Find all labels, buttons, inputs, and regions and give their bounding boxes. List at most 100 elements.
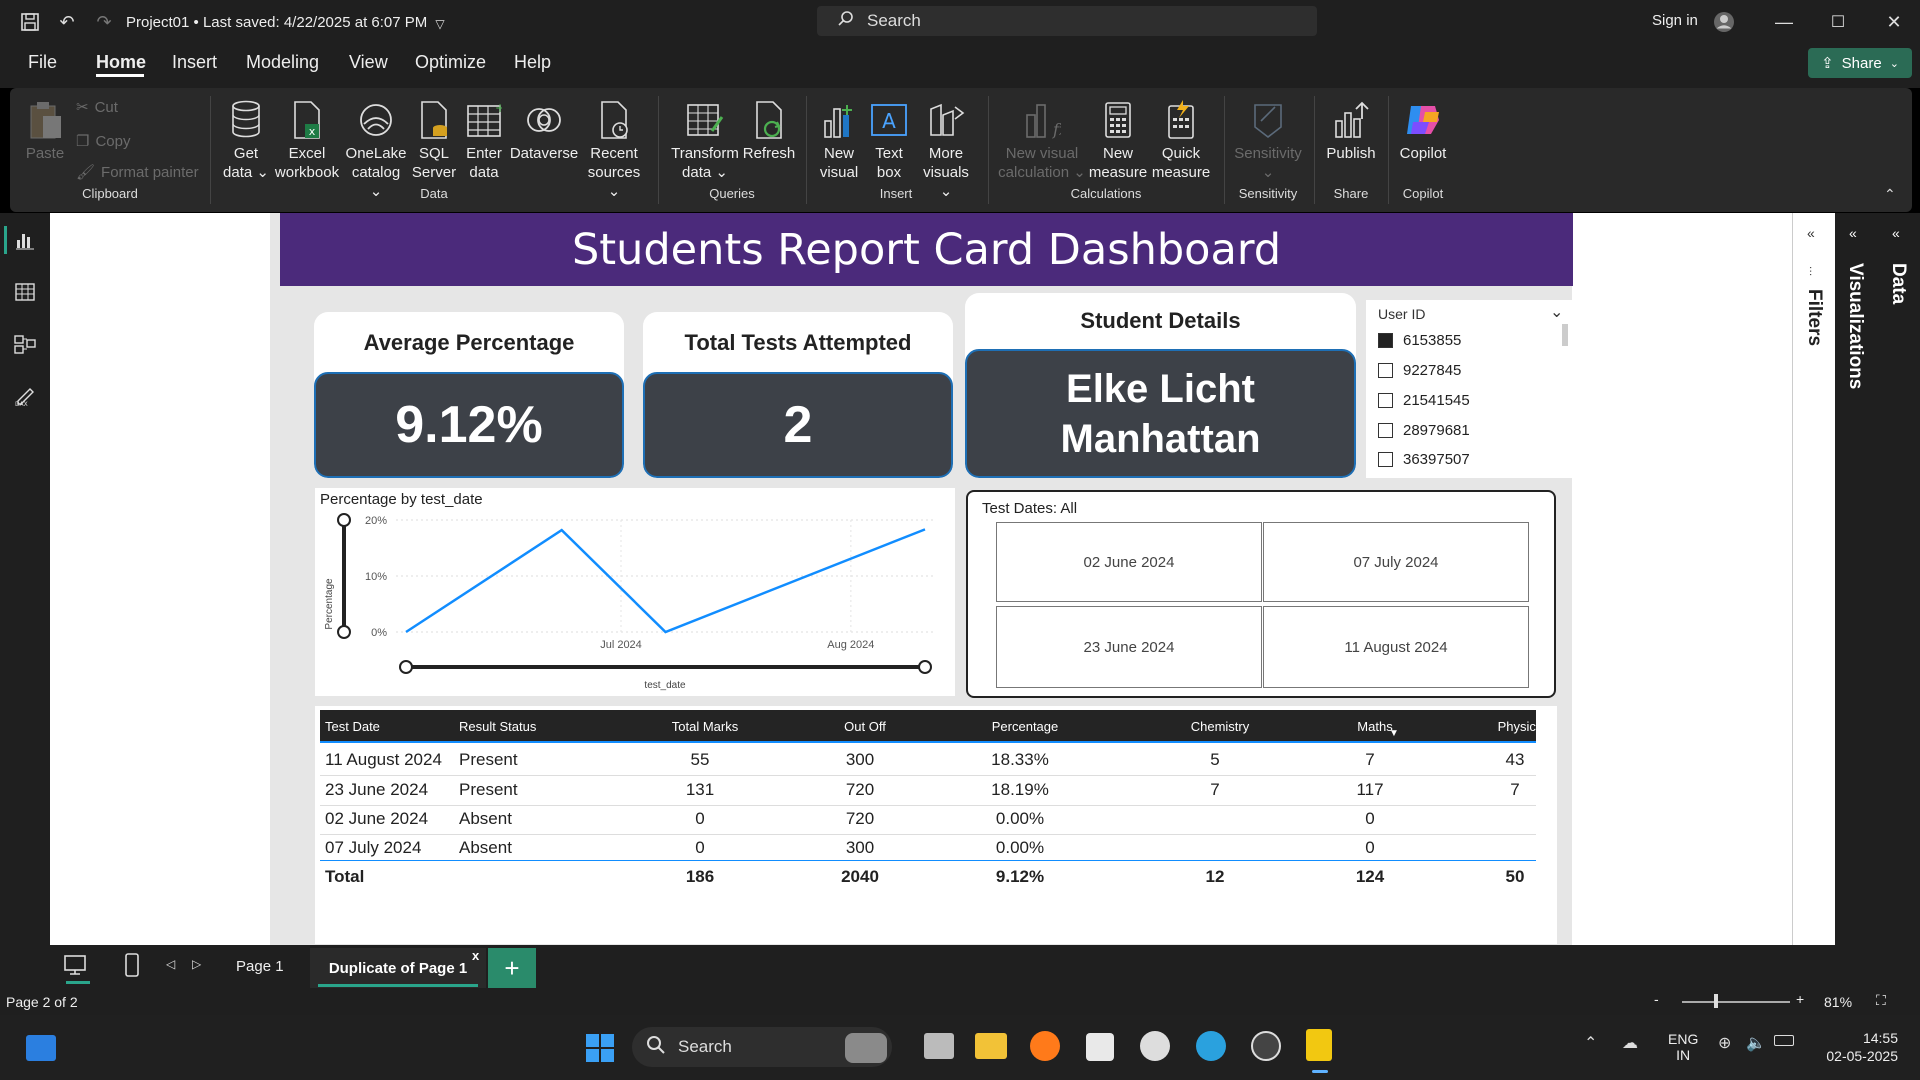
sort-descending-icon[interactable]: ▼ bbox=[1389, 728, 1399, 739]
sensitivity-button[interactable]: Sensitivity ⌄ bbox=[1230, 98, 1306, 182]
column-header[interactable]: Test Date bbox=[325, 710, 380, 742]
menu-modeling[interactable]: Modeling bbox=[246, 52, 319, 73]
slicer-item[interactable]: 9227845 bbox=[1378, 362, 1461, 379]
desktop-layout-icon[interactable] bbox=[64, 955, 86, 980]
excel-workbook-button[interactable]: x Excel workbook bbox=[272, 98, 342, 182]
refresh-button[interactable]: Refresh bbox=[742, 98, 796, 163]
enter-data-button[interactable]: + Enter data bbox=[462, 98, 506, 182]
mobile-layout-icon[interactable] bbox=[124, 953, 140, 982]
widgets-icon[interactable] bbox=[26, 1035, 56, 1061]
zoom-slider-thumb[interactable] bbox=[1714, 994, 1718, 1008]
slicer-item[interactable]: 6153855 bbox=[1378, 332, 1461, 349]
cloud-offline-icon[interactable]: ☁ bbox=[1622, 1033, 1638, 1053]
dataverse-button[interactable]: Dataverse bbox=[508, 98, 580, 163]
zoom-out-icon[interactable]: - bbox=[1654, 991, 1659, 1007]
sign-in-link[interactable]: Sign in bbox=[1652, 12, 1698, 29]
menu-optimize[interactable]: Optimize bbox=[415, 52, 486, 73]
date-tile[interactable]: 07 July 2024 bbox=[1263, 522, 1529, 602]
new-visual-button[interactable]: New visual bbox=[816, 98, 862, 182]
close-icon[interactable]: ✕ bbox=[1882, 10, 1906, 34]
slicer-item[interactable]: 28979681 bbox=[1378, 422, 1470, 439]
format-painter-button[interactable]: 🖌 Format painter bbox=[76, 163, 199, 182]
report-view-icon[interactable] bbox=[12, 227, 38, 253]
collapse-filters-icon[interactable]: « bbox=[1807, 225, 1815, 241]
x-zoom-handle-left[interactable] bbox=[399, 660, 413, 674]
copy-button[interactable]: ❐ Copy bbox=[76, 132, 130, 151]
chevron-down-icon[interactable]: ⌄ bbox=[1550, 302, 1563, 322]
visualizations-pane[interactable]: « Visualizations bbox=[1835, 213, 1878, 945]
user-avatar-icon[interactable] bbox=[1712, 10, 1736, 34]
collapse-ribbon-icon[interactable]: ⌃ bbox=[1884, 186, 1896, 203]
zoom-in-icon[interactable]: + bbox=[1796, 991, 1804, 1007]
date-tile[interactable]: 11 August 2024 bbox=[1263, 606, 1529, 688]
tab-page-1[interactable]: Page 1 bbox=[236, 958, 284, 975]
menu-home[interactable]: Home bbox=[96, 52, 146, 73]
column-header[interactable]: Result Status bbox=[459, 710, 536, 742]
menu-help[interactable]: Help bbox=[514, 52, 551, 73]
onelake-catalog-button[interactable]: OneLake catalog ⌄ bbox=[344, 98, 408, 201]
share-button[interactable]: ⇪ Share ⌄ bbox=[1808, 48, 1912, 78]
paste-button[interactable]: Paste bbox=[22, 98, 68, 163]
text-box-button[interactable]: A Text box bbox=[866, 98, 912, 182]
copilot-button[interactable]: Copilot bbox=[1392, 98, 1454, 163]
store-icon[interactable] bbox=[1086, 1033, 1114, 1061]
publish-button[interactable]: Publish bbox=[1322, 98, 1380, 163]
transform-data-button[interactable]: Transform data ⌄ bbox=[668, 98, 742, 182]
network-icon[interactable]: ⊕ bbox=[1718, 1033, 1731, 1053]
firefox-icon[interactable] bbox=[1030, 1031, 1060, 1061]
clock-app-icon[interactable] bbox=[1140, 1031, 1170, 1061]
scrollbar-thumb[interactable] bbox=[1562, 324, 1568, 346]
close-tab-icon[interactable]: x bbox=[472, 948, 479, 963]
slicer-item[interactable]: 21541545 bbox=[1378, 392, 1470, 409]
show-hidden-icons[interactable]: ⌃ bbox=[1584, 1033, 1597, 1053]
tab-duplicate-of-page-1[interactable]: Duplicate of Page 1 bbox=[310, 948, 486, 988]
zoom-slider[interactable] bbox=[1682, 1001, 1790, 1003]
student-details-card[interactable]: Student Details Elke Licht Manhattan bbox=[965, 293, 1356, 478]
add-page-button[interactable]: + bbox=[488, 948, 536, 988]
search-box[interactable]: Search bbox=[817, 6, 1317, 36]
previous-page-icon[interactable]: ◁ bbox=[166, 957, 175, 971]
column-header[interactable]: Physics bbox=[1440, 710, 1600, 742]
date-tile[interactable]: 23 June 2024 bbox=[996, 606, 1262, 688]
minimize-icon[interactable]: — bbox=[1772, 10, 1796, 34]
language-indicator[interactable]: ENG IN bbox=[1668, 1031, 1698, 1063]
next-page-icon[interactable]: ▷ bbox=[192, 957, 201, 971]
menu-view[interactable]: View bbox=[349, 52, 388, 73]
quick-measure-button[interactable]: Quick measure bbox=[1152, 98, 1210, 182]
new-measure-button[interactable]: New measure bbox=[1089, 98, 1147, 182]
media-player-icon[interactable] bbox=[1251, 1031, 1281, 1061]
y-zoom-handle-top[interactable] bbox=[337, 513, 351, 527]
chevron-down-icon[interactable]: ▽ bbox=[428, 12, 452, 36]
save-icon[interactable] bbox=[18, 10, 42, 34]
menu-insert[interactable]: Insert bbox=[172, 52, 217, 73]
powerbi-taskbar-icon[interactable] bbox=[1306, 1029, 1332, 1061]
maximize-icon[interactable]: ☐ bbox=[1826, 10, 1850, 34]
battery-icon[interactable] bbox=[1774, 1035, 1794, 1046]
collapse-data-icon[interactable]: « bbox=[1892, 225, 1900, 241]
sql-server-button[interactable]: SQL Server bbox=[410, 98, 458, 182]
task-view-icon[interactable] bbox=[924, 1033, 954, 1059]
fit-to-page-icon[interactable]: ⛶ bbox=[1876, 992, 1886, 1009]
cut-button[interactable]: ✂ Cut bbox=[76, 98, 118, 117]
average-percentage-card[interactable]: Average Percentage 9.12% bbox=[314, 312, 624, 478]
data-pane[interactable]: « Data bbox=[1878, 213, 1920, 945]
table-view-icon[interactable] bbox=[12, 279, 38, 305]
get-data-button[interactable]: Get data ⌄ bbox=[218, 98, 274, 182]
collapse-viz-icon[interactable]: « bbox=[1849, 225, 1857, 241]
y-zoom-handle-bottom[interactable] bbox=[337, 625, 351, 639]
model-view-icon[interactable] bbox=[12, 331, 38, 357]
x-zoom-handle-right[interactable] bbox=[918, 660, 932, 674]
filters-pane[interactable]: « ⫶ Filters bbox=[1792, 213, 1835, 945]
menu-file[interactable]: File bbox=[28, 52, 57, 73]
telegram-icon[interactable] bbox=[1196, 1031, 1226, 1061]
redo-icon[interactable]: ↷ bbox=[92, 10, 116, 34]
windows-start-icon[interactable] bbox=[585, 1033, 615, 1068]
clock[interactable]: 14:55 02-05-2025 bbox=[1818, 1029, 1898, 1065]
percentage-line-chart[interactable]: Percentage by test_date Percentage test_… bbox=[315, 488, 955, 696]
volume-icon[interactable]: 🔈 bbox=[1746, 1033, 1766, 1053]
file-explorer-icon[interactable] bbox=[975, 1033, 1007, 1059]
dax-query-view-icon[interactable]: DAX bbox=[12, 383, 38, 409]
slicer-item[interactable]: 36397507 bbox=[1378, 451, 1470, 468]
new-visual-calculation-button[interactable]: fx New visual calculation ⌄ bbox=[996, 98, 1088, 182]
recent-sources-button[interactable]: Recent sources ⌄ bbox=[582, 98, 646, 201]
